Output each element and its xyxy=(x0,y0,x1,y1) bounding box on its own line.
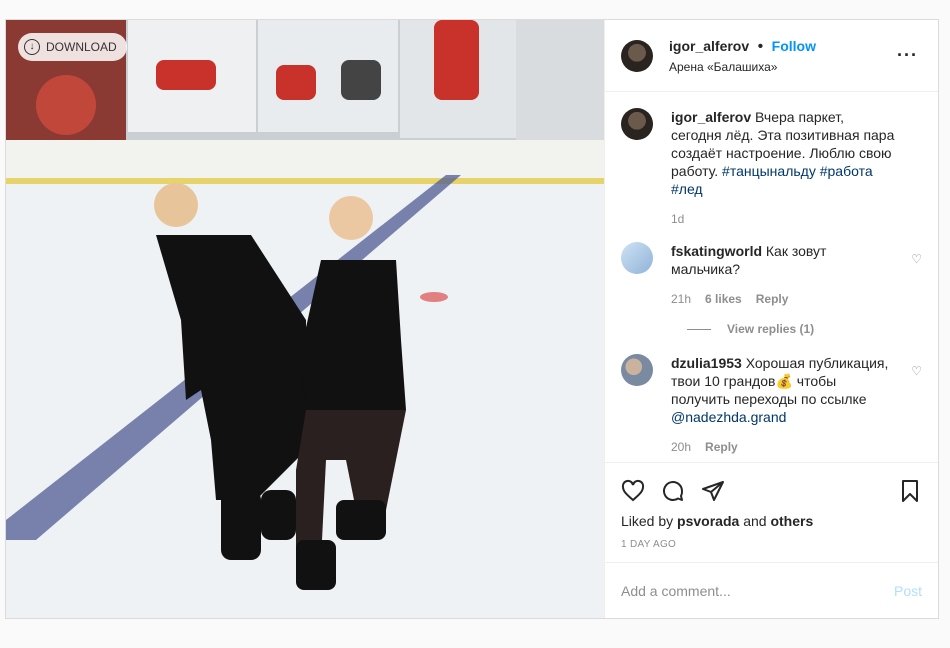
comment-username[interactable]: dzulia1953 xyxy=(671,355,742,371)
location-link[interactable]: Арена «Балашиха» xyxy=(669,60,893,74)
comment-bubble-icon[interactable] xyxy=(661,471,701,511)
download-icon: ↓ xyxy=(24,39,40,55)
separator-dot: • xyxy=(757,37,764,55)
post-actions: Liked by psvorada and others 1 DAY AGO xyxy=(605,462,938,562)
save-bookmark-icon[interactable] xyxy=(882,471,922,511)
more-options-icon[interactable]: ··· xyxy=(893,45,922,66)
replies-divider xyxy=(687,328,711,330)
comment-item: fskatingworld Как зовут мальчика? 21h 6 … xyxy=(621,242,922,308)
author-info: igor_alferov • Follow Арена «Балашиха» xyxy=(669,38,893,74)
comment-body: dzulia1953 Хорошая публикация, твои 10 г… xyxy=(671,354,922,456)
post-header: igor_alferov • Follow Арена «Балашиха» ·… xyxy=(605,20,938,92)
post-card: ↓ DOWNLOAD igor_alferov • Follow Арена «… xyxy=(5,19,939,619)
comment-mention[interactable]: @nadezhda.grand xyxy=(671,409,786,425)
comment-body: fskatingworld Как зовут мальчика? 21h 6 … xyxy=(671,242,922,308)
action-icons xyxy=(621,471,922,511)
comment-avatar[interactable] xyxy=(621,354,653,386)
post-comment-button[interactable]: Post xyxy=(894,583,922,599)
share-paper-plane-icon[interactable] xyxy=(701,471,741,511)
caption-meta: 1d xyxy=(671,210,898,228)
comment-like-heart-icon[interactable]: ♡ xyxy=(911,364,922,378)
like-heart-icon[interactable] xyxy=(621,471,661,511)
comment-meta: 20h Reply xyxy=(671,438,898,456)
caption-username[interactable]: igor_alferov xyxy=(671,109,751,125)
comment-age[interactable]: 20h xyxy=(671,438,691,456)
liked-by-user[interactable]: psvorada xyxy=(677,513,739,529)
author-avatar[interactable] xyxy=(621,39,653,72)
reply-button[interactable]: Reply xyxy=(705,438,738,456)
view-replies-button[interactable]: View replies (1) xyxy=(687,322,922,336)
comment-item: dzulia1953 Хорошая публикация, твои 10 г… xyxy=(621,354,922,456)
add-comment-input[interactable]: Add a comment... xyxy=(621,583,894,599)
reply-button[interactable]: Reply xyxy=(756,290,789,308)
download-button[interactable]: ↓ DOWNLOAD xyxy=(18,33,127,61)
comment-likes[interactable]: 6 likes xyxy=(705,290,742,308)
post-timestamp[interactable]: 1 DAY AGO xyxy=(621,539,922,550)
comment-avatar[interactable] xyxy=(621,242,653,274)
comment-username[interactable]: fskatingworld xyxy=(671,243,762,259)
liked-by-and: and xyxy=(743,513,767,529)
comment-like-heart-icon[interactable]: ♡ xyxy=(911,252,922,266)
author-username[interactable]: igor_alferov xyxy=(669,38,749,54)
caption: igor_alferov Вчера паркет, сегодня лёд. … xyxy=(621,108,922,228)
follow-button[interactable]: Follow xyxy=(772,38,816,54)
download-label: DOWNLOAD xyxy=(46,40,117,54)
photo-illustration xyxy=(6,20,604,618)
post-photo[interactable]: ↓ DOWNLOAD xyxy=(6,20,604,618)
post-sidebar: igor_alferov • Follow Арена «Балашиха» ·… xyxy=(604,20,938,618)
comment-composer: Add a comment... Post xyxy=(605,562,938,618)
comment-age[interactable]: 21h xyxy=(671,290,691,308)
caption-body: igor_alferov Вчера паркет, сегодня лёд. … xyxy=(671,108,922,228)
view-replies-label: View replies (1) xyxy=(727,322,815,336)
liked-by-others[interactable]: others xyxy=(770,513,813,529)
caption-avatar[interactable] xyxy=(621,108,653,140)
liked-by: Liked by psvorada and others xyxy=(621,513,922,529)
comments-list: igor_alferov Вчера паркет, сегодня лёд. … xyxy=(605,92,938,462)
comment-meta: 21h 6 likes Reply xyxy=(671,290,898,308)
liked-by-prefix: Liked by xyxy=(621,513,674,529)
caption-age[interactable]: 1d xyxy=(671,210,684,228)
